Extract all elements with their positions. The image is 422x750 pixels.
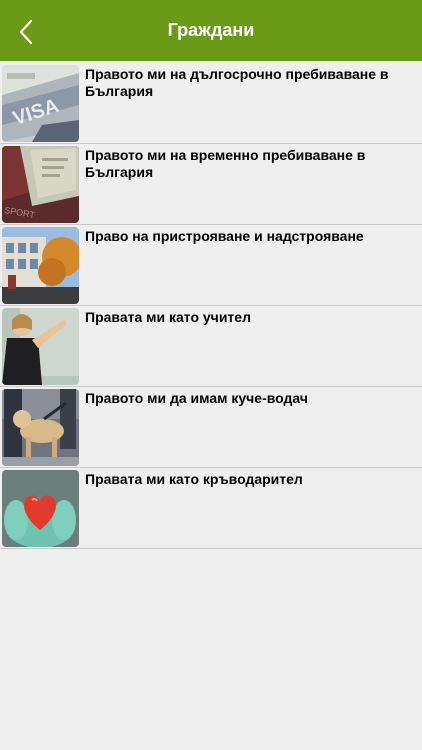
visa-stamp-photo: VISA bbox=[2, 65, 79, 142]
list-item-label: Правото ми на дългосрочно пребиваване в … bbox=[85, 66, 389, 99]
guide-dog-photo bbox=[2, 389, 79, 466]
list-item-label: Правото ми на временно пребиваване в Бъл… bbox=[85, 147, 366, 180]
list-item-long-term-residence[interactable]: VISA Правото ми на дългосрочно пребивава… bbox=[0, 63, 422, 144]
heart-hands-photo bbox=[2, 470, 79, 547]
list-item-teacher-rights[interactable]: Правата ми като учител bbox=[0, 306, 422, 387]
list-item-label: Правото ми да имам куче-водач bbox=[85, 390, 308, 406]
list-item-blood-donor[interactable]: Правата ми като кръводарител bbox=[0, 468, 422, 549]
list-item-label: Правата ми като учител bbox=[85, 309, 251, 325]
list-item-label: Правата ми като кръводарител bbox=[85, 471, 303, 487]
page-title: Граждани bbox=[167, 20, 255, 40]
list-item-extension-rights[interactable]: Право на пристрояване и надстрояване bbox=[0, 225, 422, 306]
building-photo bbox=[2, 227, 79, 304]
nav-bar: Граждани bbox=[0, 0, 422, 61]
rights-list: VISA Правото ми на дългосрочно пребивава… bbox=[0, 63, 422, 549]
list-item-label: Право на пристрояване и надстрояване bbox=[85, 228, 364, 244]
teacher-photo bbox=[2, 308, 79, 385]
list-item-guide-dog[interactable]: Правото ми да имам куче-водач bbox=[0, 387, 422, 468]
list-item-temporary-residence[interactable]: SPORT Правото ми на временно пребиваване… bbox=[0, 144, 422, 225]
passport-photo: SPORT bbox=[2, 146, 79, 223]
